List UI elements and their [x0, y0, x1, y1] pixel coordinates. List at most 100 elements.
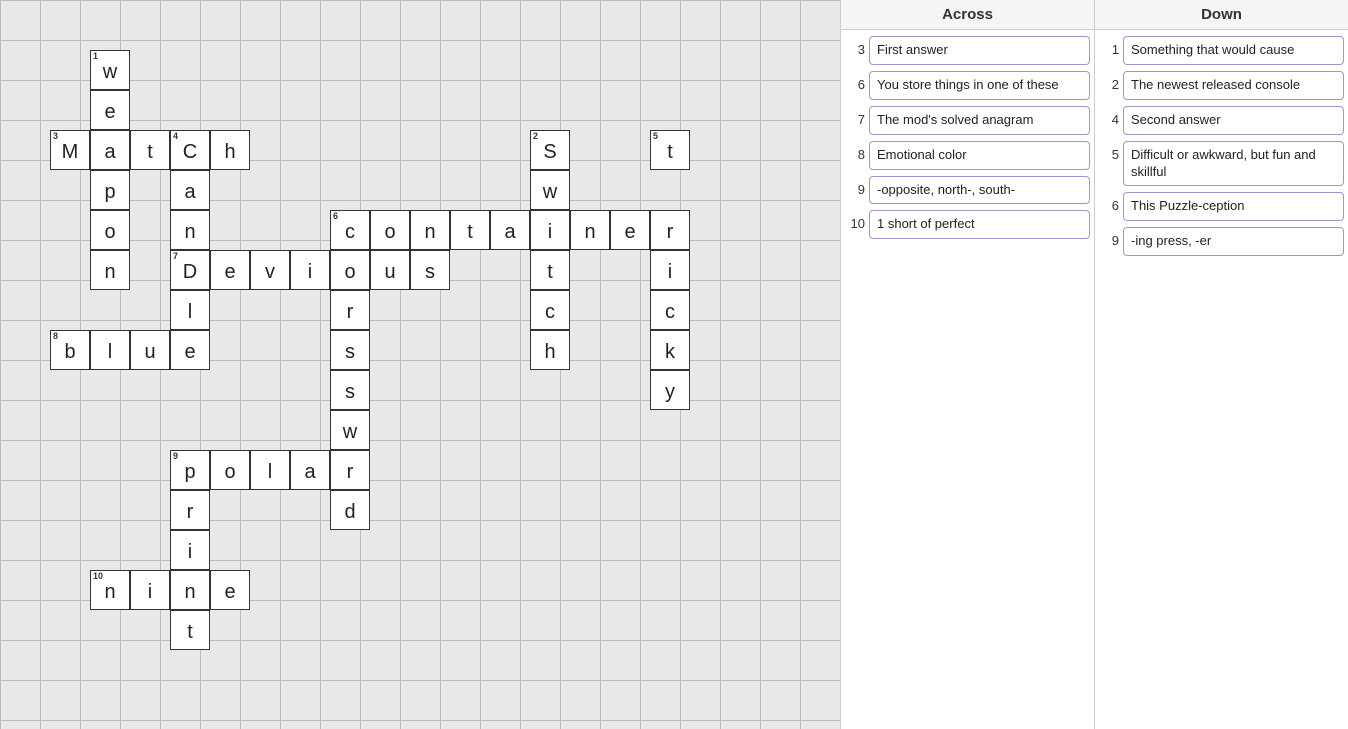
clue-item[interactable]: 4Second answer: [1099, 106, 1344, 135]
crossword-cell[interactable]: s: [330, 370, 370, 410]
clue-text-box[interactable]: You store things in one of these: [869, 71, 1090, 100]
crossword-cell[interactable]: t: [530, 250, 570, 290]
clue-text-box[interactable]: 1 short of perfect: [869, 210, 1090, 239]
crossword-cell[interactable]: 1w: [90, 50, 130, 90]
cell-clue-number: 7: [173, 252, 178, 261]
cell-letter: t: [547, 261, 553, 284]
clue-item[interactable]: 1Something that would cause: [1099, 36, 1344, 65]
cell-letter: w: [543, 181, 557, 204]
crossword-cell[interactable]: n: [410, 210, 450, 250]
cell-letter: i: [188, 541, 192, 564]
cell-letter: d: [344, 501, 355, 524]
crossword-cell[interactable]: r: [330, 290, 370, 330]
cell-letter: l: [108, 341, 112, 364]
crossword-cell[interactable]: i: [170, 530, 210, 570]
crossword-cell[interactable]: 5t: [650, 130, 690, 170]
crossword-cell[interactable]: 3M: [50, 130, 90, 170]
crossword-cell[interactable]: h: [210, 130, 250, 170]
clue-number-label: 9: [845, 176, 865, 197]
crossword-cell[interactable]: o: [370, 210, 410, 250]
clue-item[interactable]: 6This Puzzle-ception: [1099, 192, 1344, 221]
clue-text-box[interactable]: The newest released console: [1123, 71, 1344, 100]
crossword-cell[interactable]: h: [530, 330, 570, 370]
clue-item[interactable]: 9-ing press, -er: [1099, 227, 1344, 256]
crossword-cell[interactable]: a: [170, 170, 210, 210]
crossword-cell[interactable]: t: [170, 610, 210, 650]
crossword-cell[interactable]: e: [170, 330, 210, 370]
cell-letter: t: [667, 141, 673, 164]
crossword-cell[interactable]: s: [410, 250, 450, 290]
clue-item[interactable]: 3First answer: [845, 36, 1090, 65]
clue-item[interactable]: 7The mod's solved anagram: [845, 106, 1090, 135]
cell-letter: s: [425, 261, 435, 284]
crossword-cell[interactable]: 7D: [170, 250, 210, 290]
cell-letter: e: [104, 101, 115, 124]
clue-item[interactable]: 6You store things in one of these: [845, 71, 1090, 100]
clue-text-box[interactable]: First answer: [869, 36, 1090, 65]
grid-container[interactable]: 1we3Mat4Ch2Sw5tponan6container7Deviouslr…: [0, 0, 840, 729]
crossword-cell[interactable]: p: [90, 170, 130, 210]
crossword-cell[interactable]: 8b: [50, 330, 90, 370]
crossword-cell[interactable]: v: [250, 250, 290, 290]
crossword-cell[interactable]: s: [330, 330, 370, 370]
cell-letter: c: [345, 221, 355, 244]
clue-text-box[interactable]: Second answer: [1123, 106, 1344, 135]
clue-item[interactable]: 2The newest released console: [1099, 71, 1344, 100]
clue-text-box[interactable]: -opposite, north-, south-: [869, 176, 1090, 205]
crossword-cell[interactable]: t: [130, 130, 170, 170]
cell-letter: u: [144, 341, 155, 364]
crossword-cell[interactable]: 6c: [330, 210, 370, 250]
crossword-cell[interactable]: 2S: [530, 130, 570, 170]
crossword-cell[interactable]: l: [170, 290, 210, 330]
crossword-cell[interactable]: i: [530, 210, 570, 250]
crossword-cell[interactable]: c: [650, 290, 690, 330]
cell-letter: n: [584, 221, 595, 244]
clue-text-box[interactable]: Difficult or awkward, but fun and skillf…: [1123, 141, 1344, 187]
crossword-cell[interactable]: u: [370, 250, 410, 290]
crossword-cell[interactable]: c: [530, 290, 570, 330]
crossword-cell[interactable]: o: [90, 210, 130, 250]
crossword-cell[interactable]: w: [330, 410, 370, 450]
crossword-cell[interactable]: d: [330, 490, 370, 530]
clue-text-box[interactable]: Something that would cause: [1123, 36, 1344, 65]
crossword-cell[interactable]: n: [170, 570, 210, 610]
crossword-panel: 1we3Mat4Ch2Sw5tponan6container7Deviouslr…: [0, 0, 840, 729]
clue-item[interactable]: 101 short of perfect: [845, 210, 1090, 239]
crossword-cell[interactable]: a: [490, 210, 530, 250]
crossword-cell[interactable]: n: [170, 210, 210, 250]
crossword-cell[interactable]: l: [90, 330, 130, 370]
crossword-cell[interactable]: t: [450, 210, 490, 250]
cell-letter: n: [184, 221, 195, 244]
crossword-cell[interactable]: n: [90, 250, 130, 290]
crossword-cell[interactable]: i: [290, 250, 330, 290]
crossword-cell[interactable]: n: [570, 210, 610, 250]
clue-text-box[interactable]: This Puzzle-ception: [1123, 192, 1344, 221]
crossword-cell[interactable]: k: [650, 330, 690, 370]
crossword-cell[interactable]: r: [650, 210, 690, 250]
crossword-cell[interactable]: e: [610, 210, 650, 250]
crossword-cell[interactable]: 10n: [90, 570, 130, 610]
clue-text-box[interactable]: -ing press, -er: [1123, 227, 1344, 256]
crossword-cell[interactable]: i: [650, 250, 690, 290]
crossword-cell[interactable]: w: [530, 170, 570, 210]
crossword-cell[interactable]: a: [290, 450, 330, 490]
crossword-cell[interactable]: a: [90, 130, 130, 170]
clue-text-box[interactable]: The mod's solved anagram: [869, 106, 1090, 135]
crossword-cell[interactable]: e: [90, 90, 130, 130]
crossword-cell[interactable]: o: [330, 250, 370, 290]
crossword-cell[interactable]: o: [210, 450, 250, 490]
crossword-cell[interactable]: 4C: [170, 130, 210, 170]
clue-item[interactable]: 5Difficult or awkward, but fun and skill…: [1099, 141, 1344, 187]
crossword-cell[interactable]: r: [330, 450, 370, 490]
crossword-cell[interactable]: u: [130, 330, 170, 370]
crossword-cell[interactable]: l: [250, 450, 290, 490]
clue-item[interactable]: 8Emotional color: [845, 141, 1090, 170]
crossword-cell[interactable]: 9p: [170, 450, 210, 490]
crossword-cell[interactable]: e: [210, 250, 250, 290]
clue-text-box[interactable]: Emotional color: [869, 141, 1090, 170]
clue-item[interactable]: 9-opposite, north-, south-: [845, 176, 1090, 205]
crossword-cell[interactable]: e: [210, 570, 250, 610]
crossword-cell[interactable]: y: [650, 370, 690, 410]
crossword-cell[interactable]: r: [170, 490, 210, 530]
crossword-cell[interactable]: i: [130, 570, 170, 610]
